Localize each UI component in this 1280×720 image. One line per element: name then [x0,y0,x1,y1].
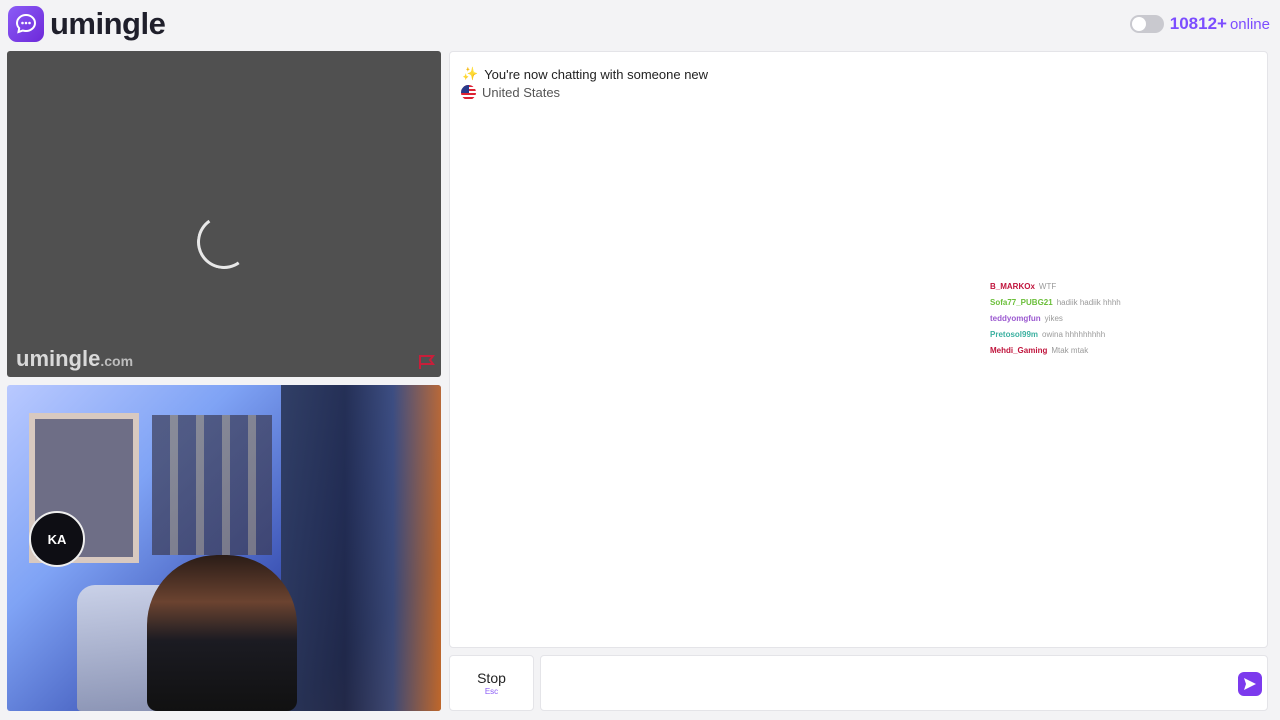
overlay-message: Mtak mtak [1051,345,1089,355]
overlay-message: yikes [1044,313,1063,323]
stop-button[interactable]: Stop Esc [449,655,534,711]
overlay-chat-line: Sofa77_PUBG21 hadiik hadiik hhhh [990,294,1160,310]
local-video: KA [7,385,441,711]
header: umingle 10812+ online [0,0,1280,48]
country-name: United States [482,85,561,100]
chat-notice: ✨ You're now chatting with someone new [462,66,708,82]
overlay-user: B_MARKOx [990,281,1035,291]
watermark-tld: .com [100,353,134,369]
chat-panel: ✨ You're now chatting with someone new U… [449,51,1268,648]
video-watermark: umingle.com [16,346,133,372]
overlay-chat-line: Mehdi_Gaming Mtak mtak [990,342,1160,358]
overlay-chat-line: teddyomgfun yikes [990,310,1160,326]
online-label: online [1229,15,1270,33]
remote-video: umingle.com [7,51,441,377]
streamer-logo-badge: KA [29,511,85,567]
overlay-chat-line: B_MARKOx WTF [990,278,1160,294]
partner-country: United States [461,85,560,100]
brand-name: umingle [50,6,166,41]
chat-bubble-icon [8,6,44,42]
stop-label: Stop [477,670,506,686]
wall-shelf [152,415,272,555]
send-button[interactable] [1238,672,1262,696]
streamer [147,555,297,711]
watermark-brand: umingle [16,346,101,371]
send-icon [1244,678,1256,690]
notice-text: You're now chatting with someone new [484,66,709,82]
overlay-message: hadiik hadiik hhhh [1056,297,1121,307]
overlay-user: Pretosol99m [990,329,1039,339]
loading-spinner-icon [192,210,256,274]
overlay-user: Mehdi_Gaming [990,345,1048,355]
sparkle-icon: ✨ [462,66,479,81]
overlay-message: WTF [1038,281,1057,291]
online-status: 10812+ online [1129,14,1270,34]
us-flag-icon [461,85,476,100]
logo[interactable]: umingle [8,6,166,42]
overlay-chat-line: Pretosol99m owina hhhhhhhhh [990,326,1160,342]
overlay-message: owina hhhhhhhhh [1042,329,1106,339]
stop-shortcut: Esc [484,687,499,696]
overlay-user: Sofa77_PUBG21 [990,297,1053,307]
report-flag-icon[interactable] [418,354,436,370]
online-count: 10812+ [1169,14,1227,33]
overlay-user: teddyomgfun [990,313,1041,323]
message-input[interactable] [549,664,1229,704]
stream-chat-overlay: B_MARKOx WTF Sofa77_PUBG21 hadiik hadiik… [990,278,1160,358]
message-box [540,655,1268,711]
curtain [281,385,441,711]
theme-toggle[interactable] [1129,15,1164,33]
